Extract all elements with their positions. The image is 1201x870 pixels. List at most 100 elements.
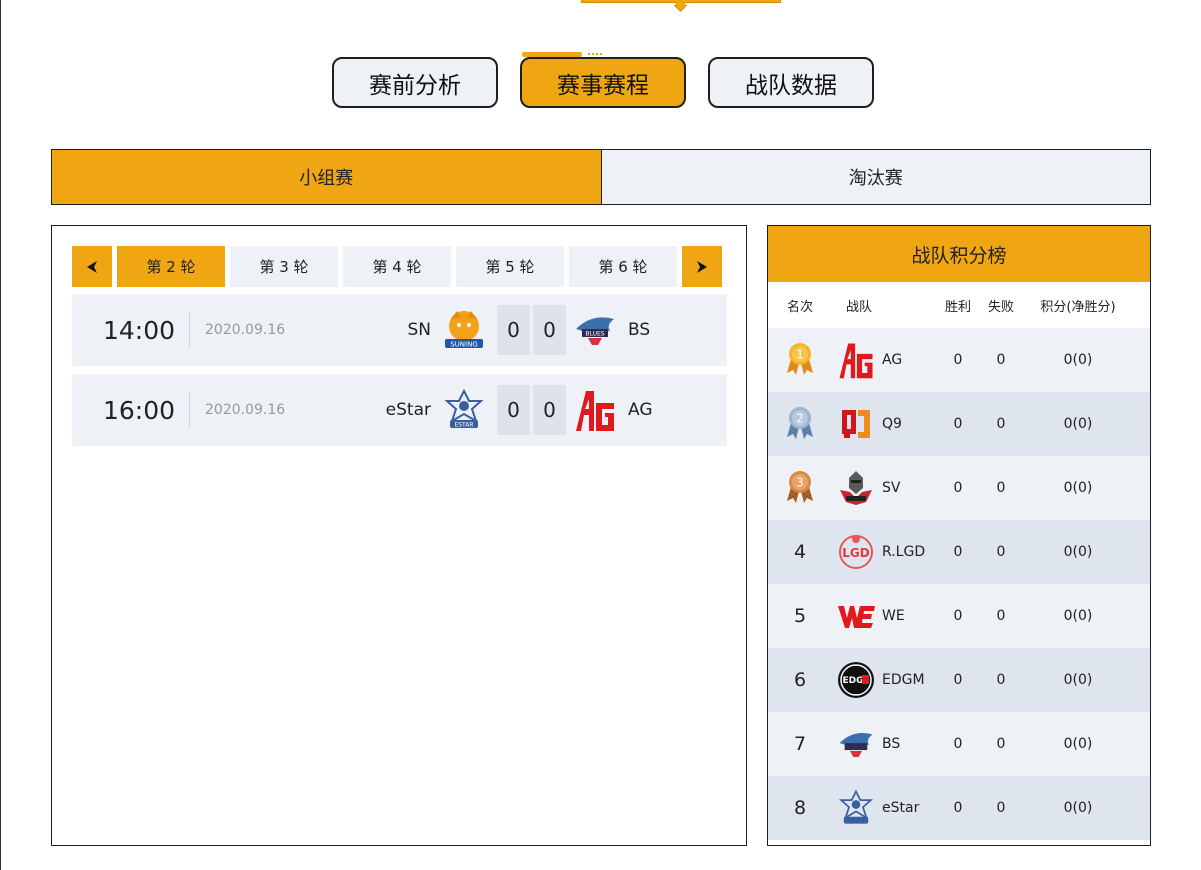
svg-text:ESTAR: ESTAR [454, 422, 473, 429]
standings-row[interactable]: 8 eStar 0 0 0(0) [768, 776, 1150, 840]
team-cell: Q9 [832, 404, 944, 444]
divider [189, 393, 190, 427]
standings-row[interactable]: 1 AG 0 0 0(0) [768, 328, 1150, 392]
lose-cell: 0 [996, 352, 1006, 368]
svg-text:1: 1 [796, 347, 804, 361]
win-cell: 0 [953, 672, 963, 688]
match-date: 2020.09.16 [205, 402, 286, 418]
team-cell: WE [832, 596, 944, 636]
standings-row[interactable]: 4 LGD R.LGD 0 0 0(0) [768, 520, 1150, 584]
top-tab-indicator [581, 0, 781, 3]
stage-tabs: 小组赛 淘汰赛 [51, 149, 1151, 205]
arrow-right-icon [697, 260, 707, 273]
lose-cell: 0 [996, 608, 1006, 624]
next-round-button[interactable] [682, 246, 722, 287]
standings-row[interactable]: 2 Q9 0 0 0(0) [768, 392, 1150, 456]
rank-cell: 4 [793, 541, 807, 563]
round-tab-6[interactable]: 第 6 轮 [569, 246, 677, 287]
match-date: 2020.09.16 [205, 322, 286, 338]
bs-logo-icon [836, 724, 876, 764]
rank-cell: 6 [793, 669, 807, 691]
win-cell: 0 [953, 608, 963, 624]
main-tabs: 赛前分析 赛事赛程 战队数据 [332, 52, 874, 108]
round-navigation: 第 2 轮 第 3 轮 第 4 轮 第 5 轮 第 6 轮 [72, 246, 727, 287]
standings-row[interactable]: 3 SV 0 0 0(0) [768, 456, 1150, 520]
home-team[interactable]: SN SUNING [325, 307, 487, 353]
ag-logo-icon [836, 340, 876, 380]
header-points: 积分(净胜分) [1040, 299, 1116, 315]
svg-text:SUNING: SUNING [450, 341, 478, 349]
match-row[interactable]: 14:00 2020.09.16 SN SUNING 0 0 BLUES BS [72, 294, 727, 366]
rlgd-logo-icon: LGD [836, 532, 876, 572]
away-score: 0 [533, 305, 566, 355]
divider [189, 313, 190, 347]
match-time: 16:00 [102, 395, 175, 425]
lose-cell: 0 [996, 480, 1006, 496]
points-cell: 0(0) [1063, 480, 1093, 496]
away-team[interactable]: AG [572, 387, 653, 433]
lose-cell: 0 [996, 544, 1006, 560]
gold-medal-icon: 1 [787, 342, 813, 375]
standings-title: 战队积分榜 [768, 226, 1150, 282]
win-cell: 0 [953, 480, 963, 496]
team-name: R.LGD [882, 544, 926, 560]
away-team[interactable]: BLUES BS [572, 307, 650, 353]
tab-knockout-stage[interactable]: 淘汰赛 [601, 150, 1150, 204]
team-cell: LGD R.LGD [832, 532, 944, 572]
prev-round-button[interactable] [72, 246, 112, 287]
schedule-panel: 第 2 轮 第 3 轮 第 4 轮 第 5 轮 第 6 轮 14:00 2020… [51, 225, 747, 846]
away-team-name: BS [628, 320, 651, 340]
points-cell: 0(0) [1063, 416, 1093, 432]
we-logo-icon [836, 596, 876, 636]
rank-cell: 2 [768, 405, 832, 444]
home-team[interactable]: eStar ESTAR [325, 387, 487, 433]
header-team: 战队 [846, 299, 873, 315]
tab-team-data[interactable]: 战队数据 [708, 57, 874, 108]
svg-text:BLUES: BLUES [585, 331, 604, 338]
team-cell: AG [832, 340, 944, 380]
header-lose: 失败 [987, 299, 1014, 315]
round-tab-3[interactable]: 第 3 轮 [230, 246, 338, 287]
team-name: EDGM [882, 672, 925, 688]
tab-schedule[interactable]: 赛事赛程 [520, 52, 686, 108]
win-cell: 0 [953, 736, 963, 752]
team-cell: EDG EDGM [832, 660, 944, 700]
team-cell: SV [832, 468, 944, 508]
rank-cell: 3 [768, 469, 832, 508]
standings-row[interactable]: 7 BS 0 0 0(0) [768, 712, 1150, 776]
points-cell: 0(0) [1063, 672, 1093, 688]
away-score: 0 [533, 385, 566, 435]
points-cell: 0(0) [1063, 800, 1093, 816]
rank-cell: 1 [768, 341, 832, 380]
team-cell: eStar [832, 788, 944, 828]
team-name: SV [882, 480, 901, 496]
rank-cell: 7 [793, 733, 807, 755]
q9-logo-icon [836, 404, 876, 444]
round-tab-4[interactable]: 第 4 轮 [343, 246, 451, 287]
bronze-medal-icon: 3 [787, 470, 813, 503]
tab-pre-match-analysis[interactable]: 赛前分析 [332, 57, 498, 108]
home-team-name: eStar [385, 400, 431, 420]
round-tab-2[interactable]: 第 2 轮 [117, 246, 225, 287]
match-row[interactable]: 16:00 2020.09.16 eStar ESTAR 0 0 AG [72, 374, 727, 446]
win-cell: 0 [953, 544, 963, 560]
arrow-left-icon [87, 260, 97, 273]
tab-group-stage[interactable]: 小组赛 [52, 150, 602, 204]
team-cell: BS [832, 724, 944, 764]
away-team-name: AG [628, 400, 653, 420]
estar-logo-icon: ESTAR [441, 387, 487, 433]
lose-cell: 0 [996, 416, 1006, 432]
svg-text:2: 2 [796, 411, 804, 425]
team-name: eStar [882, 800, 920, 816]
svg-text:LGD: LGD [842, 546, 869, 560]
win-cell: 0 [953, 800, 963, 816]
standings-row[interactable]: 6 EDG EDGM 0 0 0(0) [768, 648, 1150, 712]
svg-text:3: 3 [796, 475, 804, 489]
round-tab-5[interactable]: 第 5 轮 [456, 246, 564, 287]
sn-logo-icon: SUNING [441, 307, 487, 353]
standings-row[interactable]: 5 WE 0 0 0(0) [768, 584, 1150, 648]
points-cell: 0(0) [1063, 736, 1093, 752]
home-score: 0 [497, 385, 530, 435]
rank-cell: 8 [793, 797, 807, 819]
ag-logo-icon [572, 387, 618, 433]
